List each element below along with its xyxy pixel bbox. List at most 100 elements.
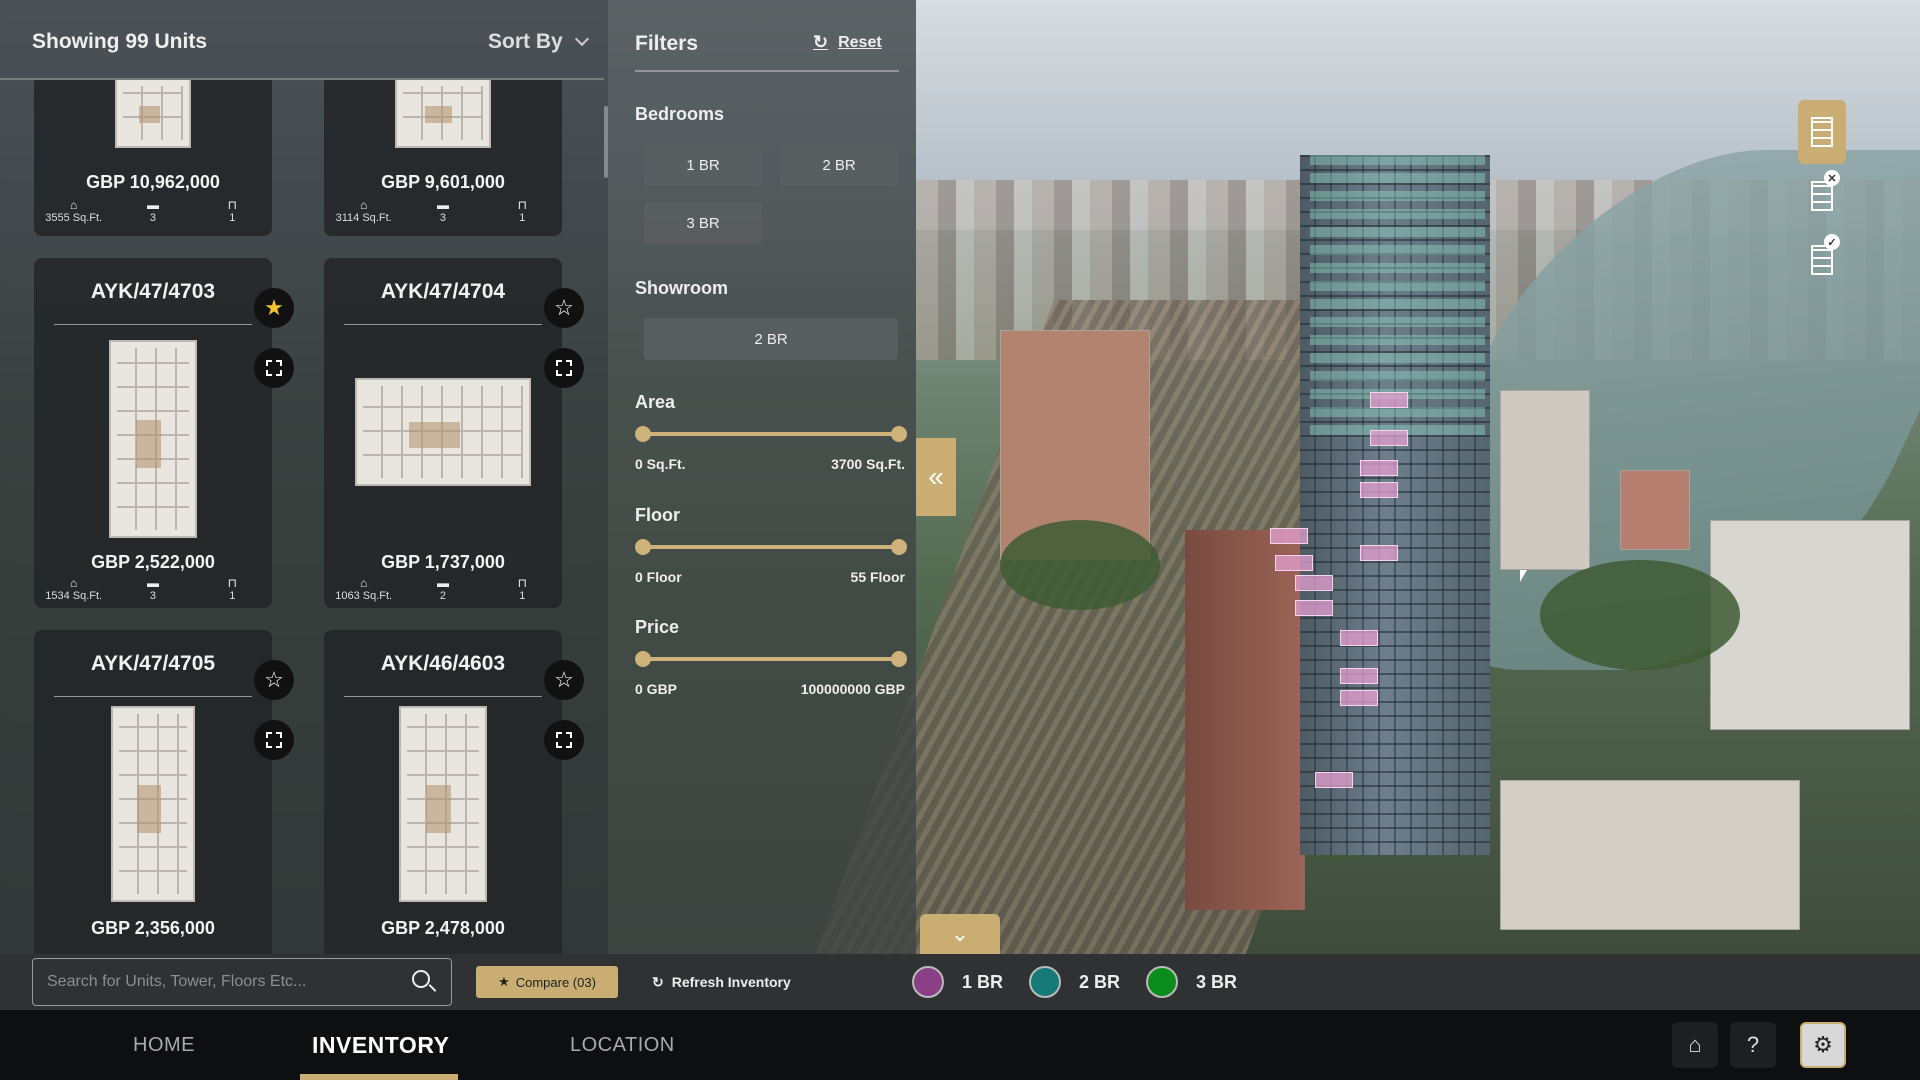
area-slider[interactable] (635, 426, 907, 442)
favorite-star-icon[interactable]: ☆ (254, 660, 294, 700)
bedroom-chip-2br[interactable]: 2 BR (780, 144, 898, 186)
price-min-handle[interactable] (635, 651, 651, 667)
unit-highlight[interactable] (1360, 482, 1398, 498)
reset-label: Reset (838, 33, 882, 51)
neighbor-building (1710, 520, 1910, 730)
bedrooms-label: Bedrooms (635, 104, 725, 124)
unit-code: AYK/47/4703 (90, 280, 216, 303)
legend-item-2br: 2 BR (1029, 966, 1120, 998)
unit-baths: 1 (519, 212, 526, 224)
price-min: 0 GBP (635, 681, 678, 697)
floor-plan-image (399, 706, 487, 902)
legend-item-1br: 1 BR (912, 966, 1003, 998)
legend-label: 1 BR (962, 971, 1004, 992)
tab-location[interactable]: LOCATION (570, 1034, 675, 1057)
active-tab-indicator (300, 1074, 458, 1080)
building-available-button[interactable]: ✓ (1798, 228, 1846, 292)
unit-cards[interactable]: GBP 10,962,000 ⌂ 3555 Sq.Ft. ▬ 3 ⊓ 1 GBP 9,… (0, 80, 600, 954)
neighbor-building (1620, 470, 1690, 550)
area-min-handle[interactable] (635, 426, 651, 442)
home-icon: ⌂ (1688, 1032, 1702, 1057)
reset-button[interactable]: ↻ Reset (813, 32, 882, 53)
help-icon: ? (1746, 1032, 1760, 1057)
area-max-handle[interactable] (891, 426, 907, 442)
bath-icon: ⊓ (227, 576, 237, 590)
unit-highlight[interactable] (1315, 772, 1353, 788)
refresh-icon: ↻ (652, 973, 664, 990)
home-button[interactable]: ⌂ (1672, 1022, 1718, 1068)
bedroom-chip-1br[interactable]: 1 BR (644, 144, 762, 186)
price-max-handle[interactable] (891, 651, 907, 667)
view-mode-buttons: ✕ ✓ (1798, 100, 1846, 292)
double-chevron-down-icon: ⌄ (950, 921, 970, 946)
tab-inventory[interactable]: INVENTORY (312, 1032, 449, 1059)
expand-icon[interactable] (254, 348, 294, 388)
floor-slider[interactable] (635, 539, 907, 555)
unit-highlight[interactable] (1370, 392, 1408, 408)
unit-highlight[interactable] (1340, 668, 1378, 684)
unit-card[interactable]: AYK/47/4705 GBP 2,356,000 (34, 630, 272, 954)
refresh-label: Refresh Inventory (671, 974, 791, 990)
compare-button[interactable]: ★ Compare (03) (476, 966, 618, 998)
favorite-star-icon[interactable]: ★ (254, 288, 294, 328)
expand-icon[interactable] (544, 720, 584, 760)
unit-meta: ⌂ 1534 Sq.Ft. ▬ 3 ⊓ 1 (34, 576, 272, 602)
expand-icon[interactable] (544, 348, 584, 388)
unit-highlight[interactable] (1360, 545, 1398, 561)
price-slider[interactable] (635, 651, 907, 667)
unit-highlight[interactable] (1295, 600, 1333, 616)
settings-button[interactable]: ⚙ (1800, 1022, 1846, 1068)
bed-icon: ▬ (146, 576, 159, 590)
building-view-button[interactable] (1798, 100, 1846, 164)
search-input[interactable] (32, 958, 452, 1006)
area-max: 3700 Sq.Ft. (831, 456, 905, 472)
unit-highlight[interactable] (1270, 528, 1308, 544)
building-exclude-button[interactable]: ✕ (1798, 164, 1846, 228)
unit-area: 1534 Sq.Ft. (45, 590, 103, 602)
expand-icon[interactable] (254, 720, 294, 760)
unit-highlight[interactable] (1360, 460, 1398, 476)
trees (1000, 520, 1160, 610)
divider (54, 324, 252, 325)
sort-by-label: Sort By (488, 30, 563, 53)
unit-card[interactable]: GBP 10,962,000 ⌂ 3555 Sq.Ft. ▬ 3 ⊓ 1 (34, 80, 272, 236)
area-icon: ⌂ (360, 198, 368, 212)
favorite-star-icon[interactable]: ☆ (544, 288, 584, 328)
unit-highlight[interactable] (1340, 630, 1378, 646)
floor-min-handle[interactable] (635, 539, 651, 555)
unit-area: 3555 Sq.Ft. (45, 212, 103, 224)
unit-card[interactable]: AYK/47/4703 GBP 2,522,000 ⌂ 1534 Sq.Ft. ▬… (34, 258, 272, 608)
unit-area: 1063 Sq.Ft. (335, 590, 393, 602)
unit-highlight[interactable] (1340, 690, 1378, 706)
legend-swatch (1029, 966, 1062, 998)
unit-price: GBP 10,962,000 (86, 172, 220, 192)
tower-podium (1185, 530, 1305, 910)
unit-baths: 1 (519, 590, 526, 602)
unit-highlight[interactable] (1275, 555, 1313, 571)
expand-bottom-button[interactable]: ⌄ (920, 914, 1000, 954)
double-chevron-left-icon: « (928, 461, 944, 492)
unit-baths: 1 (229, 590, 236, 602)
floor-max-handle[interactable] (891, 539, 907, 555)
collapse-panel-button[interactable]: « (916, 438, 956, 516)
unit-card[interactable]: GBP 9,601,000 ⌂ 3114 Sq.Ft. ▬ 3 ⊓ 1 (324, 80, 562, 236)
legend-label: 2 BR (1079, 971, 1121, 992)
unit-price: GBP 9,601,000 (381, 172, 505, 192)
showroom-chip-2br[interactable]: 2 BR (644, 318, 898, 360)
search-icon[interactable] (412, 970, 430, 988)
unit-card[interactable]: AYK/46/4603 GBP 2,478,000 (324, 630, 562, 954)
unit-card[interactable]: AYK/47/4704 GBP 1,737,000 ⌂ 1063 Sq.Ft. ▬… (324, 258, 562, 608)
floor-plan-image (111, 706, 195, 902)
legend-item-3br: 3 BR (1146, 966, 1237, 998)
area-icon: ⌂ (360, 576, 368, 590)
legend-swatch (912, 966, 944, 998)
refresh-inventory-button[interactable]: ↻ Refresh Inventory (652, 966, 791, 998)
unit-highlight[interactable] (1370, 430, 1408, 446)
favorite-star-icon[interactable]: ☆ (544, 660, 584, 700)
sort-by-dropdown[interactable]: Sort By (488, 30, 589, 54)
bedroom-chip-3br[interactable]: 3 BR (644, 202, 762, 244)
help-button[interactable]: ? (1730, 1022, 1776, 1068)
bed-icon: ▬ (146, 198, 159, 212)
tab-home[interactable]: HOME (133, 1034, 195, 1057)
unit-highlight[interactable] (1295, 575, 1333, 591)
